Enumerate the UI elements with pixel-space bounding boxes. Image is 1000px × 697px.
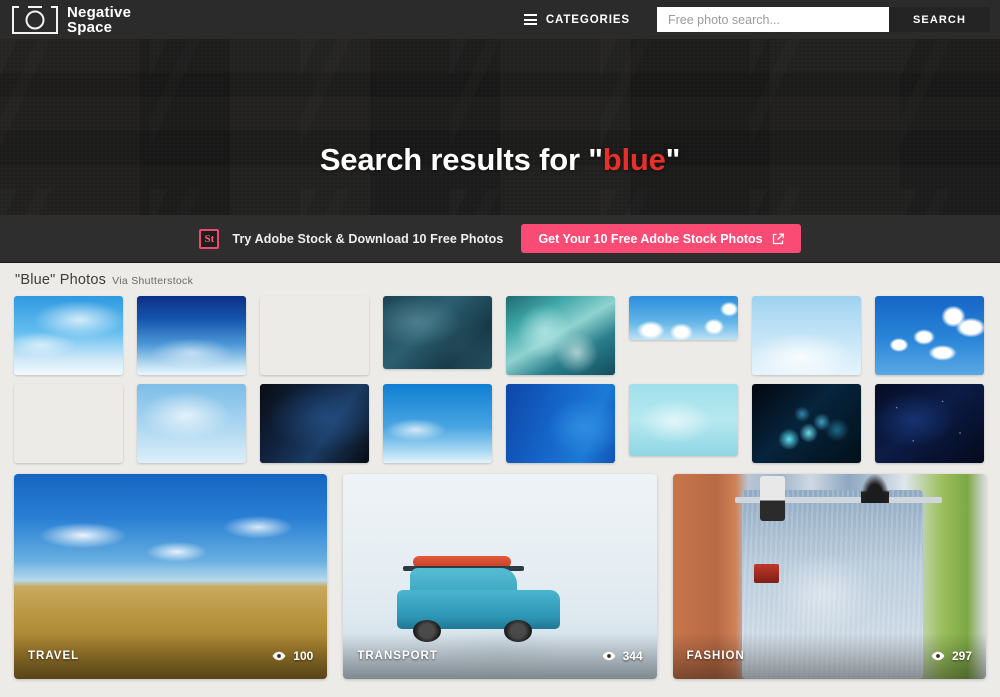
thumbnail-bright-blue-sky-streak[interactable] [383,384,492,463]
thumbnail-image [875,296,984,375]
results-content: "Blue" Photos Via Shutterstock TRAVEL 100… [0,263,1000,679]
thumbnail-dark-teal-texture[interactable] [383,296,492,369]
card-category: TRANSPORT [357,650,438,662]
thumbnail-image [752,296,861,375]
banner-button-label: Get Your 10 Free Adobe Stock Photos [538,231,763,246]
featured-card-fashion[interactable]: FASHION 297 [672,474,986,679]
thumbnail-blue-bokeh-lights[interactable] [752,384,861,463]
header-right: CATEGORIES SEARCH [523,0,1000,39]
thumbnail-image [137,296,246,375]
adobe-stock-banner: St Try Adobe Stock & Download 10 Free Ph… [0,215,1000,263]
thumbnail-deep-blue-sky-gradient[interactable] [137,296,246,375]
thumbnail-dark-blue-night-sky[interactable] [875,384,984,463]
search-term: blue [602,142,666,177]
thumbnail-image [629,296,738,340]
card-view-count: 100 [272,649,313,663]
card-category: FASHION [686,650,745,662]
eye-icon [272,651,286,661]
thumbnail-image [383,296,492,369]
search-button[interactable]: SEARCH [889,7,990,32]
categories-menu-button[interactable]: CATEGORIES [523,12,630,28]
page-title: Search results for "blue" [0,142,1000,178]
thumbnail-image [506,384,615,463]
thumbnail-blue-radial-gradient[interactable] [506,384,615,463]
adobe-stock-icon: St [199,228,220,249]
thumbnail-image [506,296,615,375]
categories-label: CATEGORIES [545,13,630,26]
thumbnail-blue-sky-two-clouds[interactable] [260,296,369,375]
hero-dot-overlay [0,39,1000,215]
thumbnail-grid [14,296,986,463]
view-count-value: 344 [622,649,643,663]
thumbnail-image [383,384,492,463]
thumbnail-blue-sky-wispy-clouds[interactable] [14,296,123,375]
featured-card-travel[interactable]: TRAVEL 100 [14,474,328,679]
thumbnail-image [629,384,738,456]
card-footer: TRANSPORT 344 [343,633,657,679]
thumbnail-dark-navy-texture[interactable] [14,384,123,463]
thumbnail-panoramic-cloudy-sky[interactable] [629,296,738,340]
site-header: Negative Space CATEGORIES SEARCH [0,0,1000,39]
section-header: "Blue" Photos Via Shutterstock [14,263,986,296]
view-count-value: 100 [293,649,314,663]
section-title: "Blue" Photos [15,272,107,288]
site-logo[interactable]: Negative Space [12,5,131,35]
thumbnail-image [875,384,984,463]
thumbnail-pale-cyan-cloud-texture[interactable] [629,384,738,456]
thumbnail-image [752,384,861,463]
thumbnail-image [260,384,369,463]
camera-icon [12,5,58,34]
car-illustration [396,555,560,643]
featured-card-transport[interactable]: TRANSPORT 344 [343,474,657,679]
thumbnail-turquoise-marble-texture[interactable] [506,296,615,375]
banner-text: Try Adobe Stock & Download 10 Free Photo… [232,231,504,246]
card-footer: FASHION 297 [672,633,986,679]
card-footer: TRAVEL 100 [14,633,328,679]
get-free-photos-button[interactable]: Get Your 10 Free Adobe Stock Photos [521,224,801,253]
eye-icon [602,651,615,661]
hero-banner: Search results for "blue" [0,39,1000,215]
card-category: TRAVEL [28,650,80,662]
thumbnail-image [14,296,123,375]
view-count-value: 297 [951,649,972,663]
eye-icon [931,651,945,661]
thumbnail-dark-blue-gradient-texture[interactable] [260,384,369,463]
logo-line-2: Space [67,18,113,36]
quote-open: " [588,142,603,177]
featured-card-grid: TRAVEL 100 TRANSPORT 344 FASHION 297 [14,474,986,679]
thumbnail-pale-blue-sky-haze[interactable] [752,296,861,375]
search-box: SEARCH [657,7,990,32]
card-view-count: 297 [931,649,972,663]
thumbnail-light-blue-soft-sky[interactable] [137,384,246,463]
card-view-count: 344 [602,649,643,663]
thumbnail-image [260,296,369,375]
thumbnail-image [14,384,123,463]
hamburger-icon [523,12,537,28]
quote-close: " [665,142,681,177]
thumbnail-image [137,384,246,463]
thumbnail-blue-sky-white-clouds[interactable] [875,296,984,375]
search-input[interactable] [657,7,889,32]
logo-text: Negative Space [67,5,131,35]
section-subtitle: Via Shutterstock [112,275,194,287]
external-link-icon [772,232,784,244]
page-title-prefix: Search results for [319,142,589,177]
